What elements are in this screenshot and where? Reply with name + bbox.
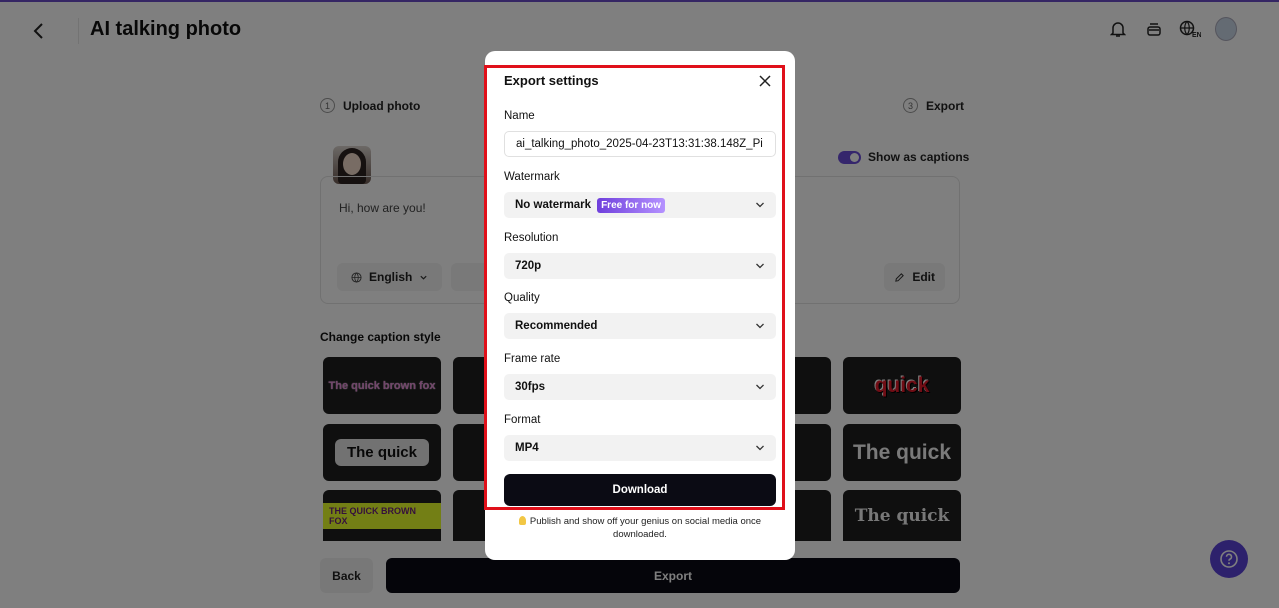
download-button[interactable]: Download [504,474,776,506]
framerate-value: 30fps [515,381,546,393]
free-badge: Free for now [597,197,666,213]
resolution-select[interactable]: 720p [504,253,776,279]
watermark-label: Watermark [504,171,560,183]
publish-note: Publish and show off your genius on soci… [505,515,775,541]
chevron-down-icon [756,323,764,329]
format-label: Format [504,414,541,426]
chevron-down-icon [756,384,764,390]
chevron-down-icon [756,202,764,208]
name-label: Name [504,110,535,122]
publish-note-text: Publish and show off your genius on soci… [529,516,762,540]
name-input[interactable]: ai_talking_photo_2025-04-23T13:31:38.148… [504,131,776,157]
quality-value: Recommended [515,320,598,332]
quality-select[interactable]: Recommended [504,313,776,339]
dialog-title: Export settings [504,73,599,88]
chevron-down-icon [756,263,764,269]
watermark-value: No watermark [515,199,592,211]
chevron-down-icon [756,445,764,451]
resolution-label: Resolution [504,232,559,244]
close-icon[interactable] [756,72,774,90]
watermark-select[interactable]: No watermark Free for now [504,192,776,218]
resolution-value: 720p [515,260,542,272]
framerate-select[interactable]: 30fps [504,374,776,400]
lightbulb-icon [518,516,526,525]
format-value: MP4 [515,442,539,454]
format-select[interactable]: MP4 [504,435,776,461]
name-value: ai_talking_photo_2025-04-23T13:31:38.148… [516,138,763,150]
quality-label: Quality [504,292,540,304]
framerate-label: Frame rate [504,353,561,365]
